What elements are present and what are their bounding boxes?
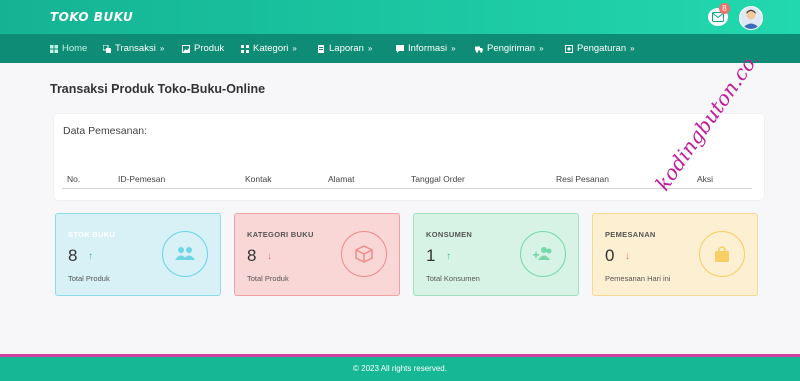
user-plus-icon <box>533 247 552 260</box>
stat-label: STOK BUKU <box>68 230 116 239</box>
stat-value: 8 <box>68 246 78 265</box>
nav-label: Home <box>62 43 88 54</box>
shopping-bag-icon <box>715 246 729 262</box>
column-header-resi-pesanan[interactable]: Resi Pesanan <box>556 174 609 184</box>
report-icon <box>318 44 324 53</box>
grid-icon <box>241 44 249 53</box>
chat-icon <box>396 44 404 53</box>
stat-card-pemesanan[interactable]: PEMESANAN 0 ↓ Pemesanan Hari ini <box>592 213 758 296</box>
chevron-down-icon: » <box>159 44 165 53</box>
nav-produk[interactable]: Produk <box>182 34 224 63</box>
arrow-down-icon: ↓ <box>625 251 630 262</box>
arrow-up-icon: ↑ <box>446 251 451 262</box>
stat-icon-circle <box>341 231 387 277</box>
stat-subtitle: Total Produk <box>68 274 110 283</box>
stat-card-kategori-buku[interactable]: KATEGORI BUKU 8 ↓ Total Produk <box>234 213 400 296</box>
chevron-down-icon: » <box>367 44 373 53</box>
orders-label: Data Pemesanan: <box>63 125 148 137</box>
box-icon <box>355 245 373 263</box>
stat-icon-circle <box>520 231 566 277</box>
arrow-down-icon: ↓ <box>267 251 272 262</box>
nav-informasi[interactable]: Informasi » <box>396 34 456 63</box>
exchange-icon <box>103 44 111 53</box>
stat-card-stok-buku[interactable]: STOK BUKU 8 ↑ Total Produk <box>55 213 221 296</box>
top-bar: TOKO BUKU 8 <box>0 0 800 34</box>
stat-value: 0 <box>605 246 615 265</box>
nav-transaksi[interactable]: Transaksi » <box>103 34 164 63</box>
footer-copyright: © 2023 All rights reserved. <box>0 357 800 381</box>
svg-text:kodingbuton.com: kodingbuton.com <box>650 60 771 195</box>
watermark-text: kodingbuton.com <box>650 60 771 195</box>
nav-home[interactable]: Home <box>50 34 87 63</box>
stat-label: PEMESANAN <box>605 230 656 239</box>
nav-label: Informasi <box>408 43 448 54</box>
nav-label: Kategori <box>253 43 289 54</box>
stat-card-konsumen[interactable]: KONSUMEN 1 ↑ Total Konsumen <box>413 213 579 296</box>
stat-subtitle: Total Produk <box>247 274 289 283</box>
users-icon <box>175 247 195 260</box>
avatar[interactable] <box>739 6 763 30</box>
chevron-down-icon: » <box>292 44 297 53</box>
dashboard-icon <box>50 44 58 53</box>
column-header-tanggal-order[interactable]: Tanggal Order <box>411 174 465 184</box>
settings-icon <box>565 44 573 53</box>
stat-subtitle: Pemesanan Hari ini <box>605 274 671 283</box>
stat-label: KONSUMEN <box>426 230 473 239</box>
nav-label: Laporan <box>329 43 364 54</box>
nav-label: Produk <box>194 43 225 54</box>
stat-icon-circle <box>162 231 208 277</box>
image-icon <box>182 44 190 53</box>
nav-laporan[interactable]: Laporan » <box>317 34 372 63</box>
column-header-alamat[interactable]: Alamat <box>328 174 354 184</box>
arrow-up-icon: ↑ <box>88 251 93 262</box>
page-title: Transaksi Produk Toko-Buku-Online <box>50 82 266 96</box>
stat-value: 8 <box>247 246 257 265</box>
table-divider <box>62 188 752 189</box>
nav-label: Pengaturan <box>577 43 627 54</box>
nav-pengiriman[interactable]: Pengiriman » <box>475 34 544 63</box>
nav-label: Transaksi <box>115 43 156 54</box>
chevron-down-icon: » <box>451 44 456 53</box>
notification-badge: 8 <box>719 3 730 14</box>
brand-logo[interactable]: TOKO BUKU <box>50 10 133 24</box>
column-header-kontak[interactable]: Kontak <box>245 174 271 184</box>
stat-icon-circle <box>699 231 745 277</box>
chevron-down-icon: » <box>630 44 635 53</box>
main-nav: Home Transaksi » Produk Kategori » Lapor… <box>0 34 800 63</box>
chevron-down-icon: » <box>539 44 544 53</box>
nav-kategori[interactable]: Kategori » <box>241 34 297 63</box>
nav-label: Pengiriman <box>487 43 536 54</box>
column-header-id-pemesan[interactable]: ID-Pemesan <box>118 174 165 184</box>
stat-value: 1 <box>426 246 436 265</box>
column-header-no[interactable]: No. <box>67 174 80 184</box>
nav-pengaturan[interactable]: Pengaturan » <box>565 34 635 63</box>
stat-label: KATEGORI BUKU <box>247 230 314 239</box>
user-avatar-icon <box>742 9 760 29</box>
stat-subtitle: Total Konsumen <box>426 274 480 283</box>
truck-icon <box>475 46 483 53</box>
